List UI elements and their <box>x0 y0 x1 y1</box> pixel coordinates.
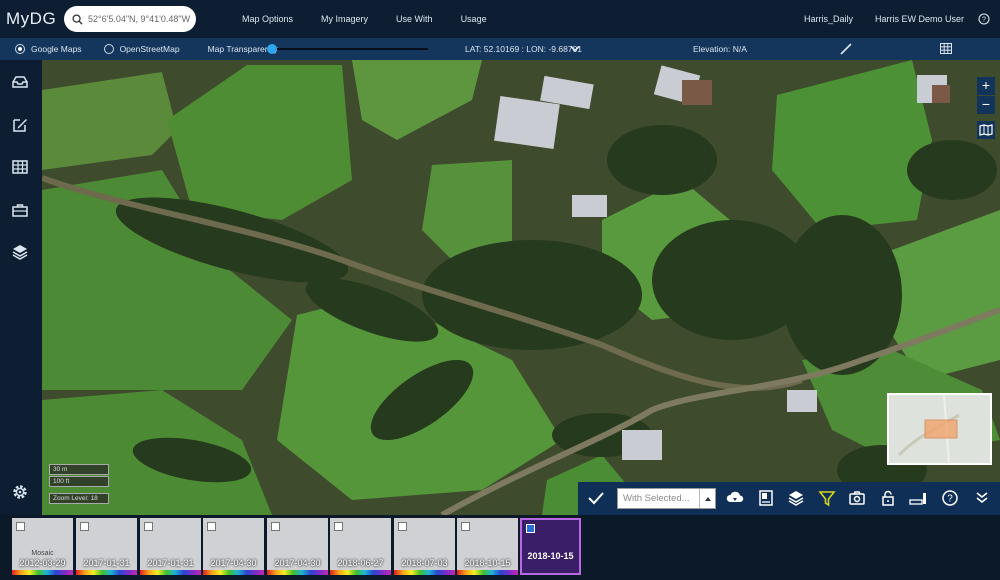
minimap-graphic <box>889 395 990 463</box>
thumbnail-checkbox[interactable] <box>144 522 153 531</box>
thumbnail-date: 2017-04-30 <box>210 558 257 568</box>
layers-toolbar-icon[interactable] <box>787 489 805 507</box>
nav-my-imagery[interactable]: My Imagery <box>321 14 368 24</box>
collapse-icon[interactable] <box>973 489 991 507</box>
transparency-slider[interactable] <box>272 48 428 50</box>
grid-icon[interactable] <box>940 43 952 54</box>
imagery-thumbnail[interactable]: 2017-04-30 <box>267 518 328 575</box>
openstreetmap-label: OpenStreetMap <box>119 44 180 54</box>
gear-icon[interactable] <box>10 482 30 502</box>
zoom-out-button[interactable]: − <box>977 96 995 114</box>
thumbnail-date: 2017-01-31 <box>147 558 194 568</box>
imagery-timeline: Mosaic 2012-03-29 2017-01-31 2017-01-31 2017… <box>0 515 1000 580</box>
nav-use-with[interactable]: Use With <box>396 14 433 24</box>
thumbnail-checkbox[interactable] <box>334 522 343 531</box>
chevron-down-icon[interactable] <box>570 45 580 53</box>
left-rail <box>0 60 42 515</box>
satellite-map[interactable]: + − 30 m 100 ft Zoom Level: 18 <box>42 60 1000 515</box>
color-ramp <box>12 570 73 575</box>
color-ramp <box>457 570 518 575</box>
with-selected-dropdown[interactable]: With Selected... <box>617 488 716 509</box>
signal-bars-icon[interactable] <box>909 489 927 507</box>
thumbnail-label: Mosaic <box>31 550 54 557</box>
search-icon <box>72 13 83 25</box>
thumbnail-date: 2018-06-27 <box>337 558 384 568</box>
svg-text:?: ? <box>947 494 953 505</box>
map-options-bar: Google Maps OpenStreetMap Map Transparen… <box>0 38 1000 60</box>
thumbnail-checkbox[interactable] <box>526 524 535 533</box>
dropdown-caret[interactable] <box>699 489 715 508</box>
cloud-download-icon[interactable] <box>726 489 744 507</box>
ruler-icon[interactable] <box>840 43 852 55</box>
color-ramp <box>267 570 328 575</box>
thumbnail-checkbox[interactable] <box>398 522 407 531</box>
table-icon[interactable] <box>10 157 30 177</box>
imagery-thumbnail[interactable]: Mosaic 2012-03-29 <box>12 518 73 575</box>
thumbnail-date: 2012-03-29 <box>19 558 66 568</box>
imagery-thumbnail[interactable]: 2018-10-15 <box>520 518 581 575</box>
transparency-slider-handle[interactable] <box>267 44 277 54</box>
thumbnail-date: 2017-01-31 <box>83 558 130 568</box>
image-report-icon[interactable] <box>757 489 775 507</box>
thumbnail-date: 2017-04-30 <box>274 558 321 568</box>
thumbnail-checkbox[interactable] <box>271 522 280 531</box>
zoom-in-button[interactable]: + <box>977 77 995 95</box>
openstreetmap-radio[interactable] <box>103 44 114 54</box>
camera-icon[interactable] <box>848 489 866 507</box>
inbox-icon[interactable] <box>10 72 30 92</box>
nav-usage[interactable]: Usage <box>461 14 487 24</box>
search-box[interactable] <box>64 6 196 32</box>
zoom-level-readout: Zoom Level: 18 <box>49 493 109 504</box>
imagery-toolbar: With Selected... ? <box>578 482 1000 515</box>
thumbnail-checkbox[interactable] <box>80 522 89 531</box>
search-input[interactable] <box>88 14 192 24</box>
imagery-thumbnail[interactable]: 2018-10-15 <box>457 518 518 575</box>
imagery-thumbnail[interactable]: 2017-01-31 <box>76 518 137 575</box>
filter-icon[interactable] <box>818 489 836 507</box>
google-maps-radio[interactable] <box>15 44 25 54</box>
nav-map-options[interactable]: Map Options <box>242 14 293 24</box>
thumbnail-date: 2018-10-15 <box>527 551 574 561</box>
scale-imperial: 100 ft <box>49 476 109 487</box>
top-bar: MyDG Map Options My Imagery Use With Usa… <box>0 0 1000 38</box>
brand-logo: MyDG <box>6 9 57 28</box>
thumbnail-date: 2018-10-15 <box>464 558 511 568</box>
color-ramp <box>140 570 201 575</box>
edit-icon[interactable] <box>10 115 30 135</box>
elevation-readout: Elevation: N/A <box>693 44 747 54</box>
thumbnail-checkbox[interactable] <box>16 522 25 531</box>
color-ramp <box>203 570 264 575</box>
google-maps-label: Google Maps <box>31 44 82 54</box>
app-window: MyDG Map Options My Imagery Use With Usa… <box>0 0 1000 580</box>
help-icon[interactable]: ? <box>978 13 990 25</box>
lock-icon[interactable] <box>879 489 897 507</box>
color-ramp <box>76 570 137 575</box>
svg-text:?: ? <box>982 15 986 24</box>
satellite-imagery <box>42 60 1000 515</box>
main-nav: Map Options My Imagery Use With Usage <box>242 14 515 24</box>
coordinates-readout: LAT: 52.10169 : LON: -9.68701 <box>465 44 583 54</box>
imagery-thumbnail[interactable]: 2018-06-27 <box>330 518 391 575</box>
briefcase-icon[interactable] <box>10 200 30 220</box>
account-name[interactable]: Harris_Daily <box>804 14 853 24</box>
user-name[interactable]: Harris EW Demo User <box>875 14 964 24</box>
overview-minimap[interactable] <box>887 393 992 465</box>
thumbnail-checkbox[interactable] <box>461 522 470 531</box>
scale-metric: 30 m <box>49 464 109 475</box>
map-book-icon[interactable] <box>977 121 995 139</box>
with-selected-label: With Selected... <box>623 493 690 504</box>
check-icon[interactable] <box>587 489 605 507</box>
imagery-thumbnail[interactable]: 2017-04-30 <box>203 518 264 575</box>
user-area: Harris_Daily Harris EW Demo User ? <box>804 0 1000 38</box>
color-ramp <box>330 570 391 575</box>
layers-icon[interactable] <box>10 242 30 262</box>
caret-up-icon <box>704 496 711 501</box>
thumbnail-date: 2018-07-03 <box>401 558 448 568</box>
color-ramp <box>394 570 455 575</box>
help-toolbar-icon[interactable]: ? <box>941 489 959 507</box>
imagery-thumbnail[interactable]: 2017-01-31 <box>140 518 201 575</box>
imagery-thumbnail[interactable]: 2018-07-03 <box>394 518 455 575</box>
thumbnail-checkbox[interactable] <box>207 522 216 531</box>
